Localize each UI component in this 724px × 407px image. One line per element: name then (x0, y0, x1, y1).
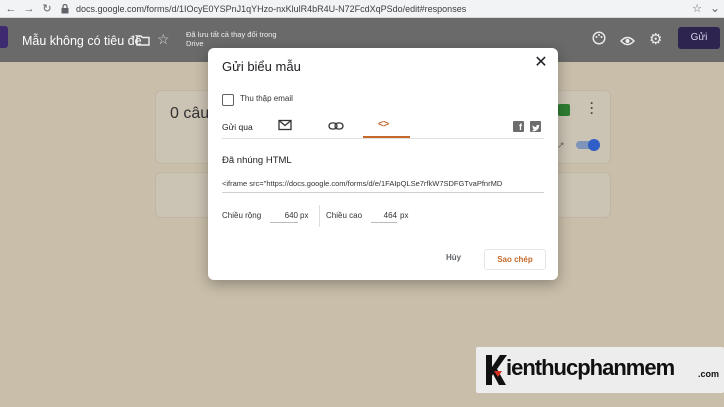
tab-email-icon[interactable] (278, 118, 292, 131)
toggle-knob (588, 139, 600, 151)
tab-embed-icon[interactable]: <> (378, 119, 389, 130)
dialog-title: Gửi biểu mẫu (222, 59, 301, 74)
forms-logo-icon (0, 26, 8, 48)
send-via-label: Gửi qua (222, 122, 253, 132)
width-label: Chiều rộng (222, 211, 262, 220)
embed-code-field[interactable]: <iframe src="https://docs.google.com/for… (222, 179, 544, 188)
facebook-icon[interactable]: f (513, 121, 524, 132)
collect-email-label: Thu thập email (240, 94, 293, 103)
height-input[interactable]: 464 (371, 208, 397, 223)
save-status-line-2: Drive (186, 39, 204, 48)
k-logo-icon (482, 353, 508, 387)
reload-icon[interactable]: ↻ (40, 2, 54, 16)
twitter-icon[interactable] (530, 121, 541, 132)
width-unit: px (300, 211, 309, 220)
collect-email-checkbox[interactable] (222, 94, 234, 106)
width-input[interactable]: 640 (270, 208, 298, 223)
tab-link-icon[interactable] (328, 119, 344, 131)
send-form-dialog: Gửi biểu mẫu ✕ Thu thập email Gửi qua <>… (208, 48, 558, 280)
browser-url-bar: ← → ↻ docs.google.com/forms/d/1IOcyE0YSP… (0, 0, 724, 18)
link-mini-icon: ↗ (557, 140, 565, 150)
url-field[interactable]: docs.google.com/forms/d/1IOcyE0YSPnJ1qYH… (76, 4, 466, 14)
bookmark-star-icon[interactable]: ☆ (692, 2, 702, 15)
watermark-text: ienthucphanmem (506, 355, 675, 380)
size-divider (319, 205, 320, 227)
palette-icon[interactable] (592, 31, 606, 50)
sheets-icon[interactable] (558, 104, 570, 116)
close-icon[interactable]: ✕ (534, 55, 548, 71)
card-title: 0 câu (170, 105, 210, 122)
document-title[interactable]: Mẫu không có tiêu đề (22, 34, 142, 48)
save-status-line-1: Đã lưu tất cả thay đổi trong (186, 30, 277, 39)
send-button[interactable]: Gửi (678, 27, 720, 49)
folder-icon[interactable] (136, 33, 150, 46)
settings-gear-icon[interactable]: ⚙ (649, 30, 662, 48)
forward-icon[interactable]: → (22, 2, 36, 16)
cancel-button[interactable]: Hủy (446, 253, 461, 262)
more-vert-icon[interactable]: · · · (590, 97, 594, 119)
watermark-suffix: .com (698, 369, 720, 379)
height-unit: px (400, 211, 409, 220)
star-icon[interactable]: ☆ (157, 31, 170, 48)
height-label: Chiều cao (326, 211, 363, 220)
back-icon[interactable]: ← (4, 2, 18, 16)
lock-icon (60, 3, 70, 14)
save-status: Đã lưu tất cả thay đổi trong Drive (186, 30, 277, 48)
embed-html-title: Đã nhúng HTML (222, 155, 292, 166)
preview-eye-icon[interactable] (620, 33, 635, 51)
copy-button[interactable]: Sao chép (484, 249, 546, 270)
tab-divider (222, 138, 544, 139)
chevron-down-icon[interactable]: ⌄ (710, 1, 720, 15)
watermark-logo: ienthucphanmem .com (476, 347, 724, 393)
embed-code-underline (222, 192, 544, 193)
